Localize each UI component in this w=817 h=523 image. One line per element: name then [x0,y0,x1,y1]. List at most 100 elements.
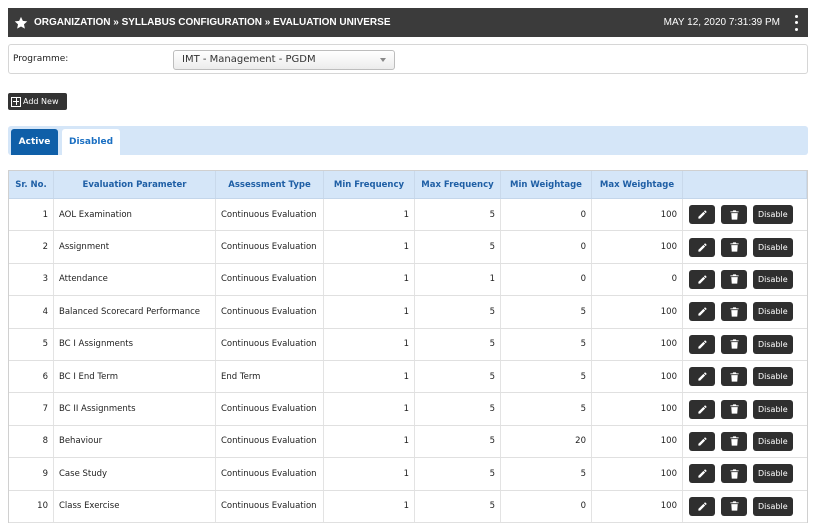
assessment-type-cell: Continuous Evaluation [216,490,324,522]
delete-button[interactable] [721,302,747,322]
disable-button[interactable]: Disable [753,464,793,484]
actions-cell: Disable [683,296,807,327]
date-time: MAY 12, 2020 7:31:39 PM [663,17,780,28]
assessment-type-cell: Continuous Evaluation [216,199,324,231]
pencil-icon [697,307,707,316]
edit-button[interactable] [689,431,715,451]
edit-button[interactable] [689,302,715,322]
disable-button[interactable]: Disable [753,302,793,322]
table-row: 3 Attendance Continuous Evaluation 1 1 0… [9,263,807,297]
column-header-sr-no[interactable]: Sr. No. [9,171,54,198]
evaluation-parameter-cell: Balanced Scorecard Performance [54,296,216,328]
min-weightage-cell: 5 [501,458,592,490]
trash-icon [729,469,739,479]
edit-button[interactable] [689,205,715,225]
edit-button[interactable] [689,237,715,257]
evaluation-parameter-cell: Case Study [54,458,216,490]
column-header-assessment-type[interactable]: Assessment Type [216,171,324,198]
assessment-type-cell: End Term [216,360,324,393]
table-row: 9 Case Study Continuous Evaluation 1 5 5… [9,458,807,491]
assessment-type-cell: Continuous Evaluation [216,393,324,425]
column-header-actions [683,171,807,198]
min-frequency-cell: 1 [324,425,415,458]
edit-button[interactable] [689,334,715,354]
min-frequency-cell: 1 [324,231,415,263]
tab-disabled[interactable]: Disabled [62,129,120,155]
column-header-evaluation-parameter[interactable]: Evaluation Parameter [54,171,216,198]
delete-button[interactable] [721,399,747,419]
delete-button[interactable] [721,205,747,225]
sr-no-cell: 5 [9,328,54,360]
table-row: 1 AOL Examination Continuous Evaluation … [9,199,807,232]
min-frequency-cell: 1 [324,458,415,490]
max-weightage-cell: 100 [592,425,683,458]
min-frequency-cell: 1 [324,490,415,522]
min-weightage-cell: 5 [501,393,592,425]
star-icon[interactable] [14,16,28,30]
min-frequency-cell: 1 [324,199,415,231]
disable-button[interactable]: Disable [753,205,793,225]
sr-no-cell: 1 [9,199,54,231]
edit-button[interactable] [689,496,715,516]
table-row: 10 Class Exercise Continuous Evaluation … [9,490,807,523]
table-header-row: Sr. No. Evaluation Parameter Assessment … [9,171,807,199]
sr-no-cell: 4 [9,296,54,328]
column-header-max-frequency[interactable]: Max Frequency [415,171,501,198]
max-frequency-cell: 5 [415,458,501,490]
plus-icon [11,96,21,107]
evaluation-parameter-cell: Assignment [54,231,216,263]
max-weightage-cell: 100 [592,458,683,490]
min-weightage-cell: 5 [501,328,592,360]
add-new-label: Add New [23,97,59,106]
tab-active[interactable]: Active [11,129,58,155]
sr-no-cell: 2 [9,231,54,263]
disable-button[interactable]: Disable [753,399,793,419]
delete-button[interactable] [721,237,747,257]
chevron-down-icon [380,58,386,62]
actions-cell: Disable [683,426,807,457]
max-frequency-cell: 5 [415,328,501,360]
actions-cell: Disable [683,329,807,360]
edit-button[interactable] [689,367,715,387]
evaluation-parameter-cell: Attendance [54,263,216,296]
disable-button[interactable]: Disable [753,431,793,451]
max-frequency-cell: 5 [415,425,501,458]
trash-icon [729,436,739,447]
column-header-min-frequency[interactable]: Min Frequency [324,171,415,198]
min-frequency-cell: 1 [324,393,415,425]
add-new-button[interactable]: Add New [8,93,67,110]
delete-button[interactable] [721,496,747,516]
column-header-min-weightage[interactable]: Min Weightage [501,171,592,198]
actions-cell: Disable [683,264,807,295]
edit-button[interactable] [689,399,715,419]
disable-button[interactable]: Disable [753,367,793,387]
delete-button[interactable] [721,334,747,354]
more-options-icon[interactable] [790,14,802,31]
pencil-icon [697,437,707,446]
pencil-icon [697,210,707,219]
trash-icon [729,339,739,349]
pencil-icon [697,242,707,252]
edit-button[interactable] [689,269,715,289]
disable-button[interactable]: Disable [753,269,793,289]
actions-cell: Disable [683,458,807,489]
column-header-max-weightage[interactable]: Max Weightage [592,171,683,198]
evaluation-parameter-cell: Behaviour [54,425,216,458]
max-weightage-cell: 100 [592,199,683,231]
sr-no-cell: 6 [9,360,54,393]
disable-button[interactable]: Disable [753,334,793,354]
disable-button[interactable]: Disable [753,496,793,516]
delete-button[interactable] [721,367,747,387]
assessment-type-cell: Continuous Evaluation [216,231,324,263]
delete-button[interactable] [721,269,747,289]
pencil-icon [697,502,707,511]
disable-button[interactable]: Disable [753,237,793,257]
actions-cell: Disable [683,199,807,230]
programme-select[interactable]: IMT - Management - PGDM [173,50,395,70]
edit-button[interactable] [689,464,715,484]
delete-button[interactable] [721,431,747,451]
assessment-type-cell: Continuous Evaluation [216,263,324,296]
table-row: 6 BC I End Term End Term 1 5 5 100 Disab… [9,360,807,394]
max-frequency-cell: 5 [415,296,501,328]
delete-button[interactable] [721,464,747,484]
